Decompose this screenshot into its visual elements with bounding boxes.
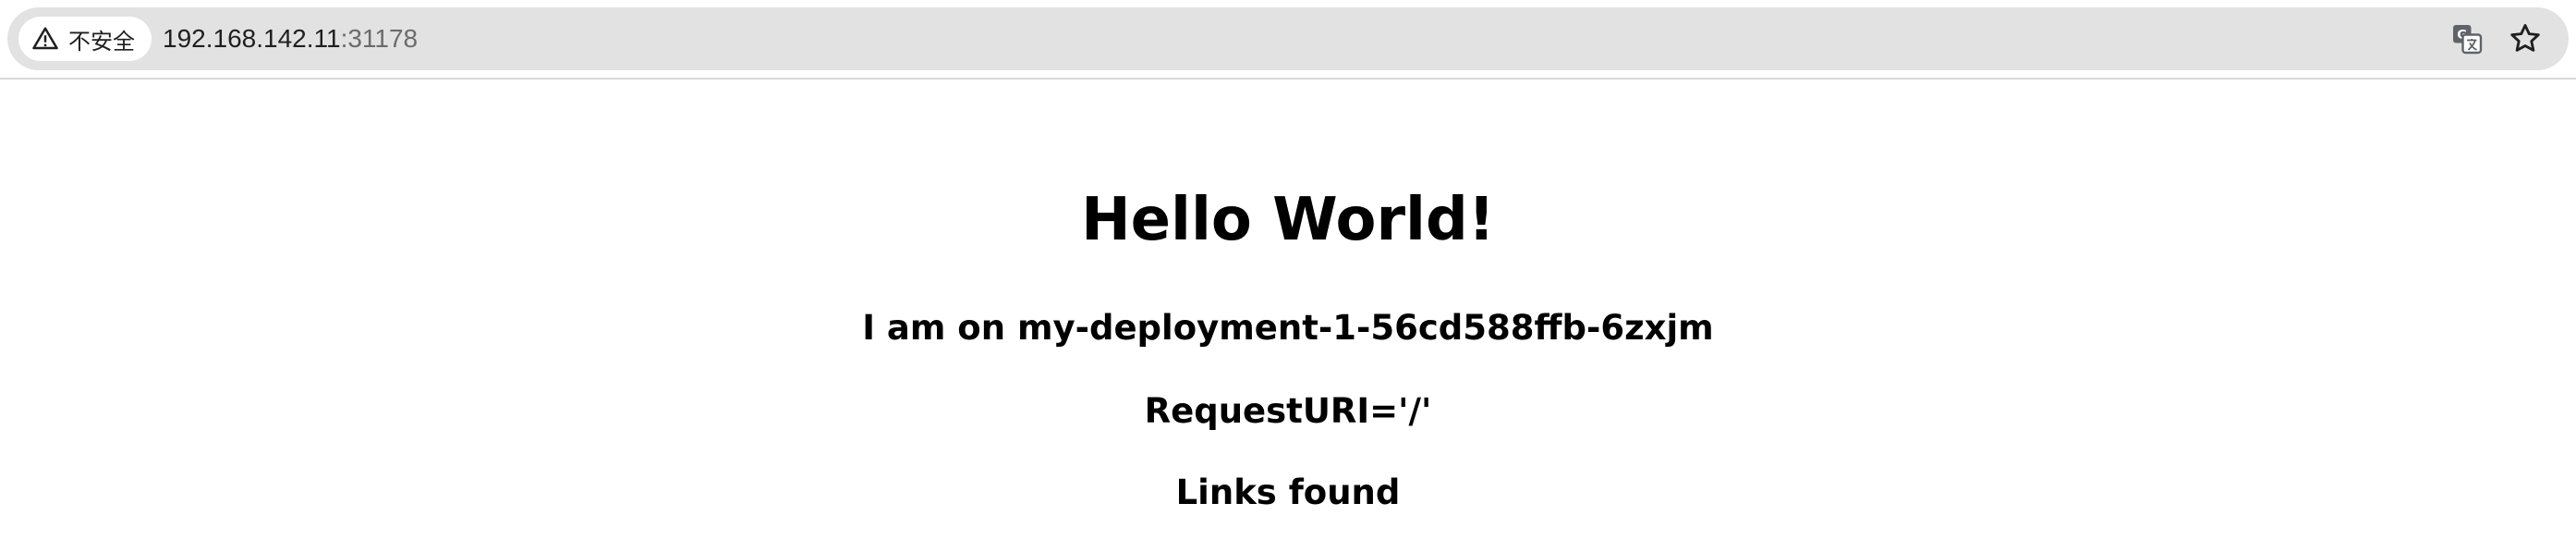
url-text[interactable]: 192.168.142.11:31178 xyxy=(163,7,418,70)
warning-triangle-icon xyxy=(32,27,58,50)
page-heading: Hello World! xyxy=(1081,186,1495,254)
security-indicator-chip[interactable]: 不安全 xyxy=(18,17,152,61)
address-bar[interactable]: 不安全 192.168.142.11:31178 G xyxy=(7,7,2569,70)
url-port: 31178 xyxy=(347,24,419,53)
links-found-heading: Links found xyxy=(1175,472,1401,512)
page-content: Hello World! I am on my-deployment-1-56c… xyxy=(0,80,2576,540)
translate-icon[interactable]: G xyxy=(2450,22,2484,55)
browser-toolbar: 不安全 192.168.142.11:31178 G xyxy=(0,0,2576,80)
pod-name-line: I am on my-deployment-1-56cd588ffb-6zxjm xyxy=(862,308,1714,348)
star-icon[interactable] xyxy=(2508,21,2543,56)
security-label: 不安全 xyxy=(68,28,135,55)
url-host: 192.168.142.11 xyxy=(163,24,341,53)
request-uri-line: RequestURI='/' xyxy=(1144,391,1432,431)
